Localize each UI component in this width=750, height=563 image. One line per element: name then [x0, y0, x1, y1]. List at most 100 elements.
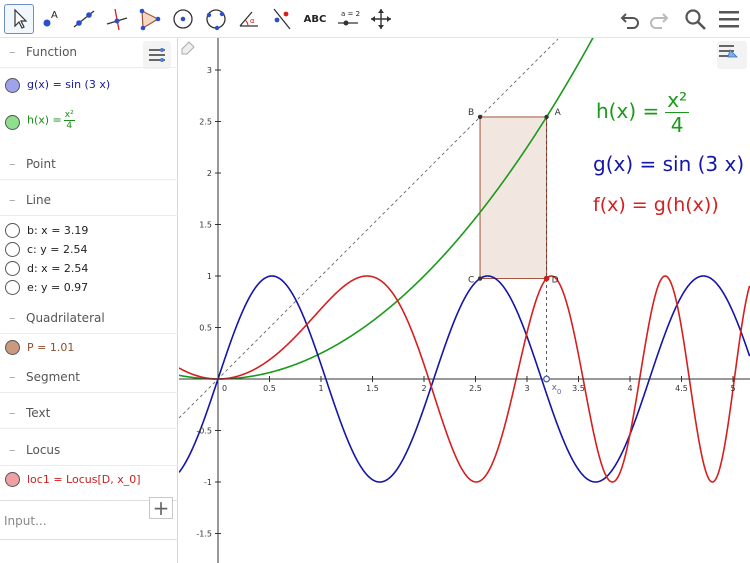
- line-through-two-points-icon: [73, 10, 95, 28]
- visibility-toggle-d[interactable]: [5, 261, 20, 276]
- x-tick-label: 3: [524, 384, 529, 393]
- x-tick-label: 1: [318, 384, 323, 393]
- category-quadrilateral[interactable]: – Quadrilateral: [0, 304, 178, 334]
- circle-with-center-icon: [173, 9, 193, 29]
- y-tick-label: 3: [207, 66, 212, 75]
- h-definition: h(x) = x² 4: [27, 110, 75, 131]
- y-tick-label: 1.5: [199, 221, 212, 230]
- y-tick-label: -0.5: [196, 427, 212, 436]
- quadrilateral-P[interactable]: [479, 116, 548, 280]
- algebra-item-e[interactable]: e: y = 0.97: [0, 279, 178, 297]
- x-tick-label: 2.5: [469, 384, 482, 393]
- y-tick-label: 0.5: [199, 324, 212, 333]
- line-tool-button[interactable]: [69, 4, 99, 34]
- algebra-item-h[interactable]: h(x) = x² 4: [0, 105, 178, 141]
- visibility-toggle-loc1[interactable]: [5, 472, 20, 487]
- point-D[interactable]: [543, 275, 550, 282]
- point-x0[interactable]: [543, 375, 551, 383]
- reflect-tool-button[interactable]: [267, 4, 297, 34]
- algebra-item-P[interactable]: P = 1.01: [0, 338, 178, 358]
- category-segment[interactable]: – Segment: [0, 363, 178, 393]
- algebra-item-loc1[interactable]: loc1 = Locus[D, x_0]: [0, 470, 178, 490]
- svg-text:A: A: [51, 10, 58, 21]
- algebra-view: – Function g(x) = sin (3 x) h(x) = x² 4 – …: [0, 38, 178, 563]
- text-g-formula[interactable]: g(x) = sin (3 x): [593, 152, 744, 176]
- x-tick-label: 3.5: [572, 384, 585, 393]
- y-tick-label: -1: [204, 478, 212, 487]
- cursor-arrow-icon: [14, 8, 28, 29]
- algebra-item-c[interactable]: c: y = 2.54: [0, 241, 178, 259]
- point-tool-button[interactable]: A: [36, 4, 66, 34]
- algebra-item-d[interactable]: d: x = 2.54: [0, 260, 178, 278]
- slider-tool-button[interactable]: a = 2: [333, 4, 363, 34]
- visibility-toggle-b[interactable]: [5, 223, 20, 238]
- search-button[interactable]: [682, 6, 708, 32]
- point-A[interactable]: [544, 114, 549, 120]
- x-tick-label: 4.5: [675, 384, 688, 393]
- polygon-icon: [139, 8, 161, 31]
- redo-button[interactable]: [646, 6, 672, 32]
- algebra-item-g[interactable]: g(x) = sin (3 x): [0, 74, 178, 96]
- toolbar: A α ABC a = 2: [0, 0, 750, 38]
- graphics-style-toggle[interactable]: [717, 41, 747, 69]
- point-B[interactable]: [477, 114, 483, 120]
- category-locus[interactable]: – Locus: [0, 436, 178, 466]
- collapse-icon[interactable]: –: [9, 193, 16, 208]
- circle-three-points-tool-button[interactable]: [201, 4, 231, 34]
- collapse-icon[interactable]: –: [9, 311, 16, 326]
- visibility-toggle-h[interactable]: [5, 115, 20, 130]
- svg-text:α: α: [250, 17, 255, 25]
- text-tool-button[interactable]: ABC: [300, 4, 330, 34]
- graphics-view[interactable]: 0 0.5 1 1.5 2 2.5 3 3.5 4 4.5 5 3 2.5 2 1.5 1 0.5 -0.5 -1 -…: [179, 38, 750, 563]
- redo-icon: [650, 13, 669, 29]
- x-tick-label: 0.5: [263, 384, 276, 393]
- collapse-icon[interactable]: –: [9, 370, 16, 385]
- eraser-icon[interactable]: [179, 38, 197, 56]
- text-f-formula[interactable]: f(x) = g(h(x)): [593, 194, 719, 216]
- visibility-toggle-c[interactable]: [5, 242, 20, 257]
- add-input-button[interactable]: +: [149, 496, 173, 520]
- text-icon: ABC: [303, 13, 327, 25]
- x-tick-label: 2: [421, 384, 426, 393]
- angle-tool-button[interactable]: α: [234, 4, 264, 34]
- x-tick-label: 0: [222, 384, 227, 393]
- polygon-tool-button[interactable]: [135, 4, 165, 34]
- y-tick-label: 1: [207, 272, 212, 281]
- category-line[interactable]: – Line: [0, 186, 178, 216]
- collapse-icon[interactable]: –: [9, 157, 16, 172]
- collapse-icon[interactable]: –: [9, 443, 16, 458]
- plus-icon: +: [152, 496, 170, 520]
- reflect-about-line-icon: [273, 8, 291, 30]
- category-function[interactable]: – Function: [0, 38, 178, 68]
- undo-button[interactable]: [617, 6, 643, 32]
- point-B-label: B: [468, 108, 474, 118]
- x-tick-label: 4: [627, 384, 632, 393]
- point-x0-label: x0: [552, 383, 562, 396]
- point-A-icon: A: [43, 10, 58, 27]
- curve-h[interactable]: [179, 38, 619, 380]
- svg-text:a = 2: a = 2: [341, 10, 360, 18]
- collapse-icon[interactable]: –: [9, 45, 16, 60]
- y-tick-label: 2: [207, 169, 212, 178]
- category-text[interactable]: – Text: [0, 399, 178, 429]
- visibility-toggle-P[interactable]: [5, 340, 20, 355]
- circle-tool-button[interactable]: [168, 4, 198, 34]
- category-point[interactable]: – Point: [0, 150, 178, 180]
- collapse-icon[interactable]: –: [9, 406, 16, 421]
- point-D-label: D: [552, 276, 559, 286]
- menu-button[interactable]: [716, 6, 742, 32]
- point-A-label: A: [555, 108, 562, 118]
- point-C[interactable]: [477, 276, 483, 281]
- move-tool-button[interactable]: [4, 4, 34, 34]
- visibility-toggle-g[interactable]: [5, 78, 20, 93]
- circle-three-points-icon: [206, 9, 226, 31]
- text-h-formula[interactable]: h(x) = x² 4: [596, 88, 690, 137]
- move-graphics-tool-button[interactable]: [366, 4, 396, 34]
- menu-icon: [719, 11, 739, 28]
- visibility-toggle-e[interactable]: [5, 280, 20, 295]
- perpendicular-line-icon: [106, 8, 128, 31]
- graphics-settings-icon: [719, 45, 738, 58]
- algebra-item-b[interactable]: b: x = 3.19: [0, 222, 178, 240]
- y-tick-label: -1.5: [196, 530, 212, 539]
- perpendicular-line-tool-button[interactable]: [102, 4, 132, 34]
